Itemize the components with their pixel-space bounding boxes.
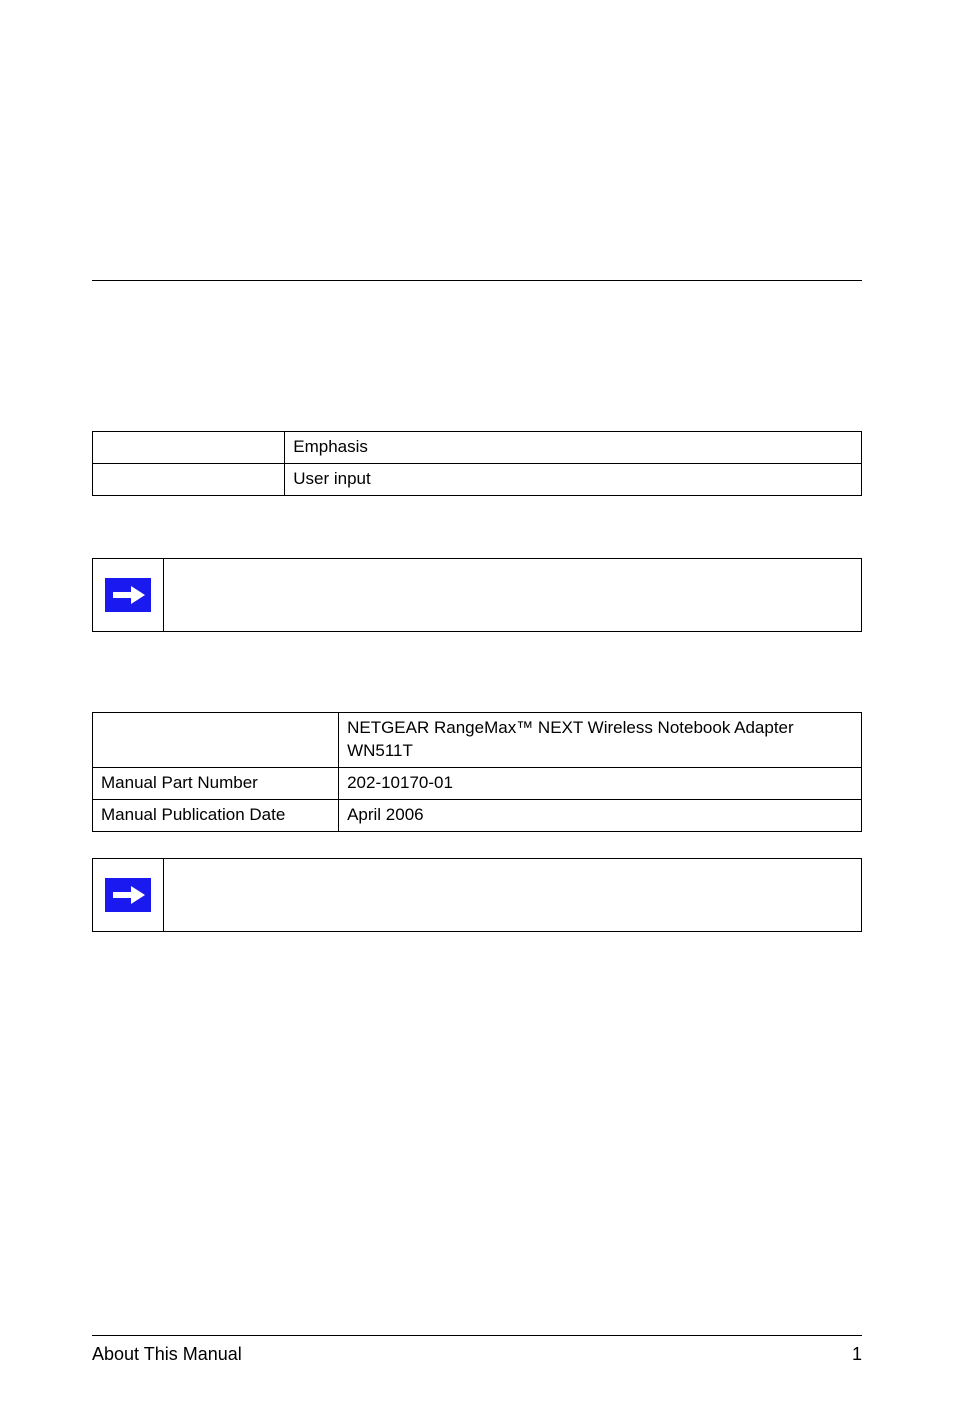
- table-row: User input: [93, 463, 862, 495]
- cell-convention: [93, 432, 285, 464]
- note-body: [164, 559, 861, 631]
- publication-info-table: NETGEAR RangeMax™ NEXT Wireless Notebook…: [92, 712, 862, 832]
- document-page: Emphasis User input NETGEAR Rang: [0, 280, 954, 1425]
- table-row: Manual Part Number 202-10170-01: [93, 767, 862, 799]
- cell-description: Emphasis: [285, 432, 862, 464]
- note-icon-cell: [93, 559, 164, 631]
- note-icon-cell: [93, 859, 164, 931]
- cell-label: Manual Publication Date: [93, 799, 339, 831]
- cell-label: [93, 712, 339, 767]
- arrow-right-icon: [105, 878, 151, 912]
- cell-label: Manual Part Number: [93, 767, 339, 799]
- arrow-right-icon: [105, 578, 151, 612]
- cell-description: User input: [285, 463, 862, 495]
- footer-page-number: 1: [852, 1344, 862, 1365]
- table-row: Manual Publication Date April 2006: [93, 799, 862, 831]
- cell-value: 202-10170-01: [339, 767, 862, 799]
- table-row: NETGEAR RangeMax™ NEXT Wireless Notebook…: [93, 712, 862, 767]
- footer-section-title: About This Manual: [92, 1344, 242, 1365]
- table-row: Emphasis: [93, 432, 862, 464]
- note-callout: [92, 858, 862, 932]
- cell-value: NETGEAR RangeMax™ NEXT Wireless Notebook…: [339, 712, 862, 767]
- note-body: [164, 859, 861, 931]
- page-footer: About This Manual 1: [92, 1335, 862, 1365]
- cell-value: April 2006: [339, 799, 862, 831]
- typographic-conventions-table: Emphasis User input: [92, 431, 862, 496]
- cell-convention: [93, 463, 285, 495]
- note-callout: [92, 558, 862, 632]
